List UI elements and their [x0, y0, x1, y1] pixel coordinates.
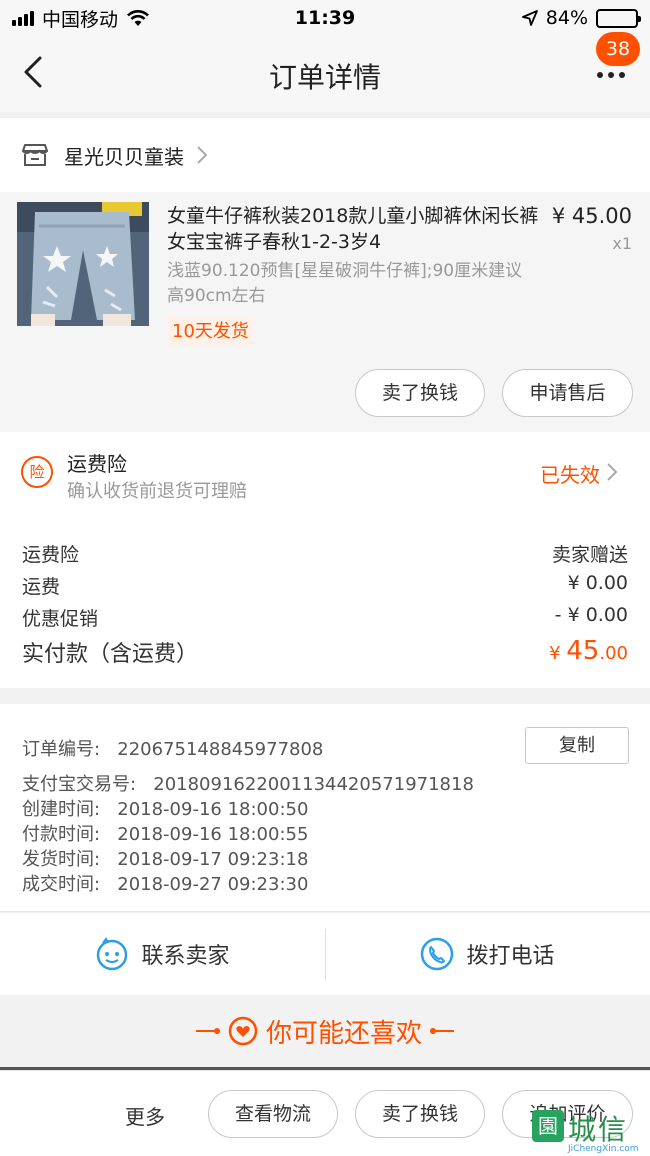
status-bar: 中国移动 11:39 84% — [0, 0, 650, 36]
signal-icon — [12, 10, 34, 26]
closed-time-line: 成交时间: 2018-09-27 09:23:30 — [22, 870, 308, 896]
product-sku: 浅蓝90.120预售[星星破洞牛仔裤];90厘米建议高90cm左右 — [167, 261, 523, 306]
chevron-right-icon — [197, 146, 208, 164]
chat-face-icon — [97, 937, 128, 971]
location-arrow-icon — [521, 10, 538, 26]
fee-row-promotion: 优惠促销 - ¥ 0.00 — [22, 604, 628, 631]
shop-name[interactable]: 星光贝贝童装 — [64, 141, 184, 170]
fee-row-shipping: 运费 ¥ 0.00 — [22, 572, 628, 599]
total-decimal: .00 — [599, 643, 628, 664]
decor-line-right — [430, 1028, 454, 1034]
more-dots-icon — [597, 72, 625, 78]
product-image[interactable] — [17, 202, 149, 326]
watermark-box: 園 — [532, 1110, 564, 1142]
shipped-time: 2018-09-17 09:23:18 — [117, 849, 309, 870]
status-right: 84% — [521, 7, 641, 29]
alipay-number: 2018091622001134420571971818 — [153, 774, 474, 795]
fee-value: ¥ 0.00 — [567, 572, 628, 594]
total-integer: 45 — [566, 636, 600, 666]
decor-line-left — [195, 1028, 220, 1034]
sell-for-cash-button[interactable]: 卖了换钱 — [355, 369, 485, 417]
recommend-title: 你可能还喜欢 — [265, 1018, 422, 1049]
order-number-label: 订单编号: — [22, 739, 101, 760]
battery-icon — [596, 8, 641, 28]
watermark-text: 城信 — [568, 1113, 629, 1146]
shipped-label: 发货时间: — [22, 849, 101, 870]
contact-bar: 联系卖家 拨打电话 — [0, 913, 650, 995]
shipped-time-line: 发货时间: 2018-09-17 09:23:18 — [22, 845, 308, 871]
created-label: 创建时间: — [22, 799, 101, 820]
heart-badge-icon — [228, 1016, 258, 1046]
insurance-title: 运费险 — [67, 452, 127, 476]
battery-percent: 84% — [545, 7, 588, 29]
shipping-tag: 10天发货 — [167, 318, 254, 346]
nav-bar: 订单详情 — [0, 36, 650, 112]
order-number-line: 订单编号: 220675148845977808 — [22, 735, 323, 761]
contact-seller-label[interactable]: 联系卖家 — [141, 938, 229, 970]
wifi-icon — [127, 10, 149, 26]
paid-label: 付款时间: — [22, 824, 101, 845]
total-currency: ¥ — [549, 643, 567, 664]
shop-row[interactable]: 星光贝贝童装 — [0, 118, 650, 192]
more-actions-button[interactable]: 更多 — [125, 1101, 165, 1130]
paid-time-line: 付款时间: 2018-09-16 18:00:55 — [22, 820, 308, 846]
insurance-icon: 险 — [21, 456, 53, 488]
total-price: ¥ 45.00 — [549, 636, 628, 668]
store-icon — [22, 144, 48, 166]
fee-row-total: 实付款（含运费） ¥ 45.00 — [22, 636, 628, 668]
jeans-product-image — [17, 202, 149, 326]
shipping-insurance-row[interactable]: 险 运费险 确认收货前退货可理赔 已失效 — [0, 432, 650, 528]
phone-icon — [421, 937, 454, 971]
copy-order-number-button[interactable]: 复制 — [525, 727, 629, 764]
fee-value: - ¥ 0.00 — [554, 604, 628, 626]
sell-for-cash-button[interactable]: 卖了换钱 — [355, 1090, 485, 1138]
paid-time: 2018-09-16 18:00:55 — [117, 824, 309, 845]
created-time-line: 创建时间: 2018-09-16 18:00:50 — [22, 795, 308, 821]
fee-label: 运费险 — [22, 544, 80, 566]
product-title[interactable]: 女童牛仔裤秋装2018款儿童小脚裤休闲长裤女宝宝裤子春秋1-2-3岁4 — [167, 203, 539, 255]
fee-label: 优惠促销 — [22, 608, 99, 630]
call-phone-label[interactable]: 拨打电话 — [466, 938, 554, 970]
recommend-header: 你可能还喜欢 — [0, 995, 650, 1067]
carrier-name: 中国移动 — [42, 8, 119, 31]
insurance-status[interactable]: 已失效 — [540, 459, 600, 488]
product-price: ¥ 45.00 — [551, 204, 632, 228]
closed-label: 成交时间: — [22, 874, 101, 895]
fee-summary: 运费险 卖家赠送 运费 ¥ 0.00 优惠促销 - ¥ 0.00 实付款（含运费… — [0, 528, 650, 688]
watermark-url: JiChengXin.com — [568, 1144, 639, 1154]
order-info: 订单编号: 220675148845977808 复制 支付宝交易号: 2018… — [0, 704, 650, 912]
product-quantity: x1 — [612, 234, 632, 253]
chevron-right-icon — [607, 463, 618, 481]
order-number: 220675148845977808 — [117, 739, 324, 760]
total-label: 实付款（含运费） — [22, 642, 199, 667]
insurance-subtitle: 确认收货前退货可理赔 — [67, 481, 247, 502]
fee-label: 运费 — [22, 576, 61, 598]
watermark-logo: 園 城信 JiChengXin.com — [532, 1108, 650, 1156]
contact-seller-button[interactable]: 联系卖家 — [0, 913, 325, 995]
status-left: 中国移动 — [12, 5, 232, 32]
message-count-badge[interactable]: 38 — [596, 32, 640, 66]
fee-value: 卖家赠送 — [551, 544, 628, 566]
call-phone-button[interactable]: 拨打电话 — [325, 913, 650, 995]
page-title: 订单详情 — [268, 61, 381, 94]
order-item[interactable]: 女童牛仔裤秋装2018款儿童小脚裤休闲长裤女宝宝裤子春秋1-2-3岁4 浅蓝90… — [0, 192, 650, 432]
apply-aftersale-button[interactable]: 申请售后 — [502, 369, 633, 417]
created-time: 2018-09-16 18:00:50 — [117, 799, 309, 820]
alipay-number-line: 支付宝交易号: 2018091622001134420571971818 — [22, 770, 474, 796]
closed-time: 2018-09-27 09:23:30 — [117, 874, 309, 895]
alipay-number-label: 支付宝交易号: — [22, 774, 137, 795]
fee-row-insurance: 运费险 卖家赠送 — [22, 540, 628, 567]
view-logistics-button[interactable]: 查看物流 — [208, 1090, 338, 1138]
